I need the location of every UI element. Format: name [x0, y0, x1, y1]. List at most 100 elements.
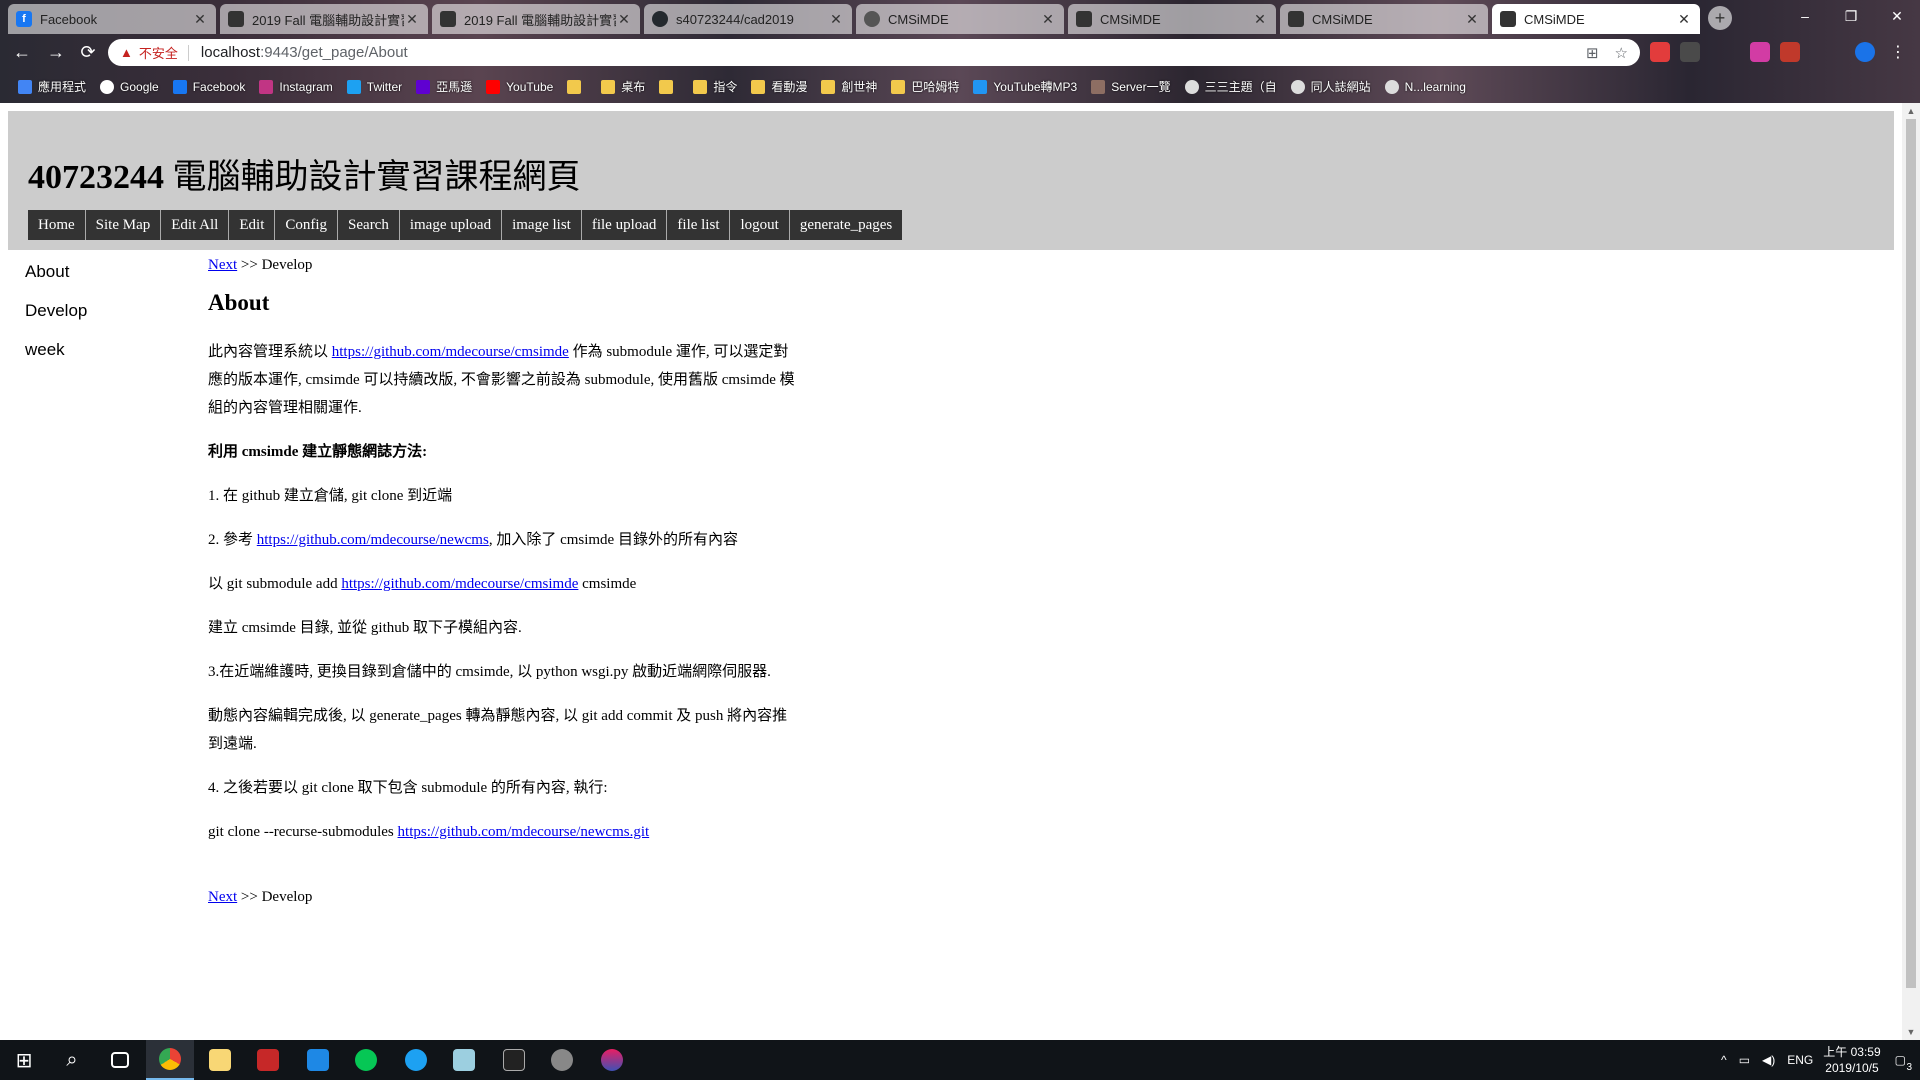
menu-home[interactable]: Home	[28, 210, 86, 240]
clock[interactable]: 上午 03:59 2019/10/5	[1823, 1044, 1880, 1076]
tab-cmsimde-3[interactable]: CMSiMDE ✕	[1280, 4, 1488, 34]
chrome-taskbar-icon[interactable]	[146, 1040, 194, 1080]
new-tab-button[interactable]: +	[1708, 6, 1732, 30]
newcms-link[interactable]: https://github.com/mdecourse/newcms	[257, 532, 489, 548]
line-icon[interactable]	[342, 1040, 390, 1080]
bookmark-folder[interactable]: 看動漫	[751, 78, 807, 95]
bookmark-folder[interactable]: 巴哈姆特	[891, 78, 959, 95]
chevron-up-icon[interactable]: ^	[1721, 1053, 1727, 1067]
sidebar-item-develop[interactable]: Develop	[25, 300, 87, 339]
language-indicator[interactable]: ENG	[1787, 1053, 1813, 1067]
tab-close-icon[interactable]: ✕	[828, 11, 844, 28]
bookmark-folder[interactable]: 桌布	[601, 78, 645, 95]
sidebar-item-about[interactable]: About	[25, 261, 87, 300]
insecure-label[interactable]: 不安全	[139, 43, 178, 62]
address-bar[interactable]: ▲ 不安全 localhost:9443/get_page/About ⊞ ☆	[108, 39, 1640, 66]
file-explorer-icon[interactable]	[196, 1040, 244, 1080]
translate-icon[interactable]: ⊞	[1586, 44, 1599, 62]
forward-button[interactable]: →	[42, 38, 70, 66]
task-view-icon[interactable]	[96, 1040, 144, 1080]
vertical-scrollbar[interactable]: ▲ ▼	[1902, 103, 1920, 1040]
notification-icon[interactable]: ▢ 3	[1895, 1053, 1912, 1073]
newcms-git-link[interactable]: https://github.com/mdecourse/newcms.git	[398, 824, 650, 840]
menu-file-list[interactable]: file list	[667, 210, 731, 240]
tab-close-icon[interactable]: ✕	[1252, 11, 1268, 28]
scrollbar-thumb[interactable]	[1906, 119, 1916, 988]
tab-close-icon[interactable]: ✕	[1676, 11, 1692, 28]
tab-close-icon[interactable]: ✕	[404, 11, 420, 28]
bookmark-item[interactable]: Twitter	[346, 79, 402, 94]
bookmark-item[interactable]: Google	[100, 79, 159, 94]
search-icon[interactable]: ⌕	[48, 1040, 96, 1080]
network-icon[interactable]: ▭	[1739, 1053, 1750, 1067]
tab-course-2[interactable]: 2019 Fall 電腦輔助設計實習 ✕	[432, 4, 640, 34]
menu-config[interactable]: Config	[275, 210, 339, 240]
menu-generate-pages[interactable]: generate_pages	[789, 210, 903, 240]
app-icon[interactable]	[440, 1040, 488, 1080]
scroll-up-arrow-icon[interactable]: ▲	[1902, 103, 1920, 119]
menu-edit[interactable]: Edit	[229, 210, 276, 240]
minimize-button[interactable]: –	[1782, 2, 1828, 30]
extension-icon[interactable]	[1680, 42, 1700, 62]
tab-close-icon[interactable]: ✕	[616, 11, 632, 28]
profile-avatar[interactable]	[1855, 42, 1875, 62]
bookmark-folder[interactable]	[567, 79, 587, 94]
volume-icon[interactable]: ◀)	[1762, 1053, 1775, 1067]
tab-close-icon[interactable]: ✕	[1464, 11, 1480, 28]
scroll-down-arrow-icon[interactable]: ▼	[1902, 1024, 1920, 1040]
bookmark-item[interactable]: 亞馬遜	[416, 78, 472, 95]
bookmark-item[interactable]: 三三主題（自	[1184, 78, 1277, 95]
nav-trail: >> Develop	[237, 889, 313, 905]
bookmark-item[interactable]: 同人誌網站	[1290, 78, 1371, 95]
menu-site-map[interactable]: Site Map	[85, 210, 162, 240]
extension-icon[interactable]	[1650, 42, 1670, 62]
cmsimde-link[interactable]: https://github.com/mdecourse/cmsimde	[341, 576, 578, 592]
browser-toolbar: ← → ⟳ ▲ 不安全 localhost:9443/get_page/Abou…	[0, 34, 1920, 70]
tab-close-icon[interactable]: ✕	[192, 11, 208, 28]
tab-close-icon[interactable]: ✕	[1040, 11, 1056, 28]
tab-cmsimde-active[interactable]: CMSiMDE ✕	[1492, 4, 1700, 34]
tab-course-1[interactable]: 2019 Fall 電腦輔助設計實習 ✕	[220, 4, 428, 34]
app-icon[interactable]	[588, 1040, 636, 1080]
back-button[interactable]: ←	[8, 38, 36, 66]
menu-image-list[interactable]: image list	[502, 210, 582, 240]
bookmark-item[interactable]: Facebook	[172, 79, 245, 94]
site-header: 40723244 電腦輔助設計實習課程網頁 Home Site Map Edit…	[8, 111, 1894, 250]
menu-image-upload[interactable]: image upload	[399, 210, 503, 240]
start-button[interactable]: ⊞	[0, 1040, 48, 1080]
bookmark-item[interactable]: Server一覽	[1091, 78, 1171, 95]
sidebar-item-week[interactable]: week	[25, 339, 87, 378]
bookmark-item[interactable]: Instagram	[259, 79, 333, 94]
tab-github[interactable]: s40723244/cad2019 ✕	[644, 4, 852, 34]
menu-file-upload[interactable]: file upload	[581, 210, 668, 240]
next-link[interactable]: Next	[208, 889, 237, 905]
bookmark-folder[interactable]: 指令	[693, 78, 737, 95]
menu-dots-icon[interactable]: ⋮	[1888, 42, 1908, 62]
menu-search[interactable]: Search	[338, 210, 400, 240]
next-link[interactable]: Next	[208, 257, 237, 273]
extension-icon[interactable]	[1780, 42, 1800, 62]
app-icon[interactable]	[392, 1040, 440, 1080]
maximize-button[interactable]: ❐	[1828, 2, 1874, 30]
bookmark-item[interactable]: YouTube轉MP3	[973, 78, 1077, 95]
menu-edit-all[interactable]: Edit All	[161, 210, 230, 240]
app-icon[interactable]	[244, 1040, 292, 1080]
cmsimde-link[interactable]: https://github.com/mdecourse/cmsimde	[332, 344, 569, 360]
reload-button[interactable]: ⟳	[74, 38, 102, 66]
tab-facebook[interactable]: f Facebook ✕	[8, 4, 216, 34]
bookmark-item[interactable]: YouTube	[486, 79, 553, 94]
close-window-button[interactable]: ✕	[1874, 2, 1920, 30]
terminal-icon[interactable]	[490, 1040, 538, 1080]
tab-cmsimde-2[interactable]: CMSiMDE ✕	[1068, 4, 1276, 34]
menu-logout[interactable]: logout	[730, 210, 790, 240]
app-icon[interactable]	[538, 1040, 586, 1080]
bookmark-star-icon[interactable]: ☆	[1615, 44, 1628, 62]
bookmark-folder[interactable]	[659, 79, 679, 94]
app-icon[interactable]	[294, 1040, 342, 1080]
bookmark-item[interactable]: 應用程式	[18, 78, 86, 95]
bookmark-site-icon	[1091, 79, 1106, 94]
bookmark-item[interactable]: N...learning	[1384, 79, 1466, 94]
bookmark-folder[interactable]: 創世神	[821, 78, 877, 95]
extension-icon[interactable]	[1750, 42, 1770, 62]
tab-cmsimde-1[interactable]: CMSiMDE ✕	[856, 4, 1064, 34]
